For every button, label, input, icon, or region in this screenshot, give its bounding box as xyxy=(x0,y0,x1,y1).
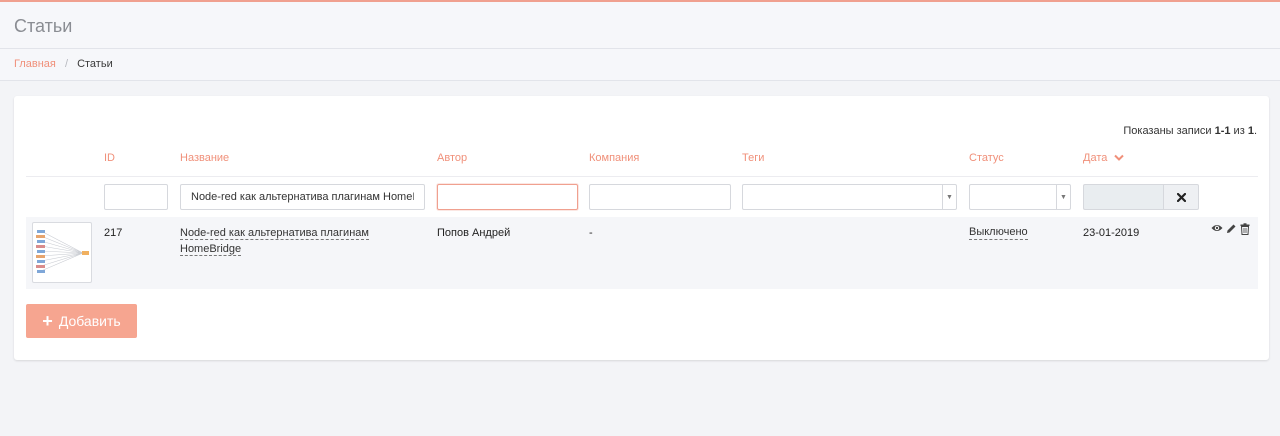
article-thumbnail[interactable] xyxy=(32,222,92,283)
row-author: Попов Андрей xyxy=(437,227,511,239)
column-header-date[interactable]: Дата xyxy=(1083,152,1125,164)
trash-icon[interactable] xyxy=(1240,223,1250,235)
close-icon xyxy=(1176,192,1186,202)
filter-status-select[interactable]: ▼ xyxy=(969,184,1071,210)
filter-author-input[interactable] xyxy=(437,184,578,210)
add-button-label: Добавить xyxy=(58,313,121,329)
column-header-company[interactable]: Компания xyxy=(589,152,639,164)
page-title: Статьи xyxy=(14,16,73,36)
records-range: 1-1 xyxy=(1214,125,1231,137)
clear-date-button[interactable] xyxy=(1163,184,1199,210)
breadcrumb-separator: / xyxy=(64,58,68,70)
column-header-status[interactable]: Статус xyxy=(969,152,1004,164)
thumbnail-image xyxy=(36,230,89,273)
caret-down-icon: ▼ xyxy=(942,185,956,209)
chevron-down-icon xyxy=(1114,154,1125,161)
plus-icon: + xyxy=(42,311,53,331)
records-summary: Показаны записи 1-1 из 1. xyxy=(1123,125,1257,137)
filter-date-input[interactable] xyxy=(1083,184,1164,210)
filter-company-input[interactable] xyxy=(589,184,731,210)
column-header-tags[interactable]: Теги xyxy=(742,152,764,164)
column-header-date-label: Дата xyxy=(1083,152,1108,164)
row-id: 217 xyxy=(104,227,123,239)
row-date: 23-01-2019 xyxy=(1083,227,1140,239)
page-header: Статьи xyxy=(0,2,1280,49)
pencil-icon[interactable] xyxy=(1226,223,1237,234)
row-company: - xyxy=(589,227,593,239)
column-header-author[interactable]: Автор xyxy=(437,152,467,164)
filter-id-input[interactable] xyxy=(104,184,168,210)
caret-down-icon: ▼ xyxy=(1056,185,1070,209)
row-title-text: Node-red как альтернатива плагинам HomeB… xyxy=(180,227,369,256)
column-header-title[interactable]: Название xyxy=(180,152,229,164)
filter-title-input[interactable] xyxy=(180,184,425,210)
column-header-id[interactable]: ID xyxy=(104,152,115,164)
table-row: 217 Node-red как альтернатива плагинам H… xyxy=(26,217,1258,289)
add-button[interactable]: + Добавить xyxy=(26,304,137,338)
breadcrumb: Главная / Статьи xyxy=(0,49,1280,81)
filter-tags-select[interactable]: ▼ xyxy=(742,184,957,210)
row-status-toggle[interactable]: Выключено xyxy=(969,225,1028,240)
row-actions xyxy=(1211,223,1250,235)
articles-grid-card: Показаны записи 1-1 из 1. ID Название Ав… xyxy=(14,96,1269,360)
header-divider xyxy=(26,176,1258,177)
eye-icon[interactable] xyxy=(1211,223,1223,233)
row-title-link[interactable]: Node-red как альтернатива плагинам HomeB… xyxy=(180,225,380,257)
breadcrumb-home-link[interactable]: Главная xyxy=(14,58,56,70)
breadcrumb-current: Статьи xyxy=(77,58,113,70)
